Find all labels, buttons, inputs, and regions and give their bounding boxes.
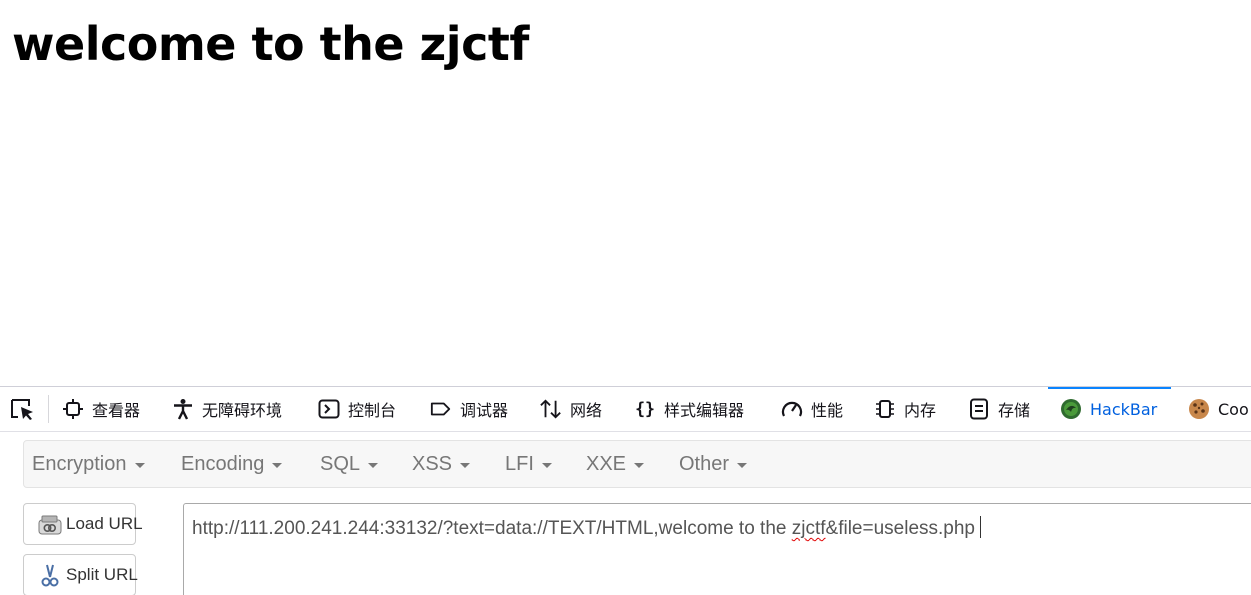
svg-text:{}: {} [635,400,655,419]
caret-down-icon [634,463,645,468]
tab-hackbar[interactable]: HackBar [1047,387,1172,431]
menu-sql[interactable]: SQL [320,441,379,487]
menu-label: LFI [505,452,534,475]
tab-inspector[interactable]: 查看器 [62,387,140,431]
hackbar-toolbar: Encryption Encoding SQL XSS LFI XXE Othe… [23,440,1251,488]
url-text-after: &file=useless.php [825,518,975,539]
tab-debugger[interactable]: 调试器 [430,387,508,431]
url-textarea[interactable]: http://111.200.241.244:33132/?text=data:… [183,503,1251,595]
network-icon [540,398,562,420]
performance-icon [781,398,803,420]
menu-label: SQL [320,452,361,475]
split-url-button[interactable]: Split URL [23,554,138,595]
devtools-tabbar: 查看器 无障碍环境 控制台 调试器 网络 {} 样式编辑器 性能 内存 存储 H… [0,387,1251,432]
menu-lfi[interactable]: LFI [505,441,552,487]
caret-down-icon [134,463,145,468]
split-url-label: Split URL [66,565,138,584]
tab-label: HackBar [1090,399,1158,419]
menu-label: Encryption [32,452,127,475]
tab-label: 内存 [904,401,937,420]
tab-label: 查看器 [92,401,141,420]
load-url-icon [38,512,62,536]
menu-xxe[interactable]: XXE [586,441,645,487]
tab-label: 网络 [570,401,603,420]
devtools-panel: 查看器 无障碍环境 控制台 调试器 网络 {} 样式编辑器 性能 内存 存储 H… [0,386,1251,595]
url-text-misspelled: zjctf [791,518,826,539]
accessibility-icon [172,398,194,420]
debugger-icon [430,398,452,420]
menu-label: Encoding [181,452,265,475]
tab-label: 无障碍环境 [202,401,283,420]
toolbar-separator [48,395,49,423]
tab-console[interactable]: 控制台 [318,387,396,431]
caret-down-icon [460,463,471,468]
memory-icon [874,398,896,420]
page-heading: welcome to the zjctf [12,17,529,71]
load-url-label: Load URL [66,514,143,533]
menu-xss[interactable]: XSS [412,441,471,487]
tab-label: 性能 [811,401,844,420]
caret-down-icon [737,463,748,468]
scissors-icon [38,563,62,587]
cookie-icon [1188,398,1210,420]
caret-down-icon [541,463,552,468]
tab-label: Coo [1218,399,1249,419]
tab-storage[interactable]: 存储 [968,387,1030,431]
tab-network[interactable]: 网络 [540,387,602,431]
tab-cookie[interactable]: Coo [1188,387,1249,431]
menu-encoding[interactable]: Encoding [181,441,283,487]
menu-label: XSS [412,452,453,475]
storage-icon [968,398,990,420]
hackbar-icon [1060,398,1082,420]
tab-label: 控制台 [348,401,397,420]
text-cursor [980,516,981,538]
console-icon [318,398,340,420]
menu-other[interactable]: Other [679,441,748,487]
menu-encryption[interactable]: Encryption [32,441,145,487]
load-url-button[interactable]: Load URL [23,503,143,545]
inspector-icon [62,398,84,420]
tab-label: 调试器 [460,401,509,420]
tab-performance[interactable]: 性能 [781,387,843,431]
tab-accessibility[interactable]: 无障碍环境 [172,387,282,431]
caret-down-icon [272,463,283,468]
tab-label: 存储 [998,401,1031,420]
tab-label: 样式编辑器 [664,401,745,420]
tab-style-editor[interactable]: {} 样式编辑器 [634,387,744,431]
element-picker-icon[interactable] [9,397,37,421]
menu-label: Other [679,452,730,475]
caret-down-icon [368,463,379,468]
style-editor-icon: {} [634,398,656,420]
menu-label: XXE [586,452,627,475]
url-text-before: http://111.200.241.244:33132/?text=data:… [192,518,792,539]
browser-viewport: welcome to the zjctf 查看器 无障碍环境 控制台 调试器 网… [0,0,1251,595]
tab-memory[interactable]: 内存 [874,387,936,431]
